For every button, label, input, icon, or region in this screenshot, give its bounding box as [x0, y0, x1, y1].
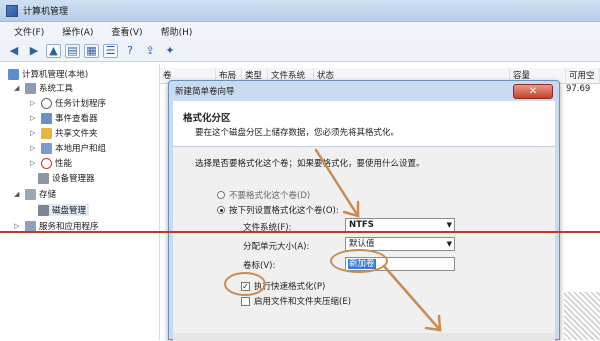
- annotation-overlay: [314, 148, 442, 332]
- annotation-arrow-2: [382, 264, 442, 332]
- annotation-arrow-1: [314, 148, 360, 218]
- volume-label-highlight: [330, 249, 388, 273]
- quick-format-highlight: [224, 272, 266, 296]
